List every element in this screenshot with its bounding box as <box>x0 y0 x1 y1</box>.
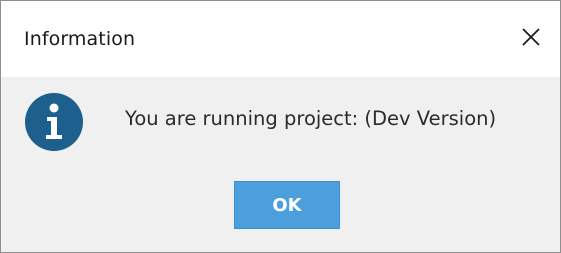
info-icon <box>23 91 85 153</box>
ok-button[interactable]: OK <box>234 181 340 229</box>
title-bar: Information <box>1 1 560 77</box>
close-icon <box>520 26 542 52</box>
dialog-title: Information <box>24 28 136 50</box>
information-dialog: Information You are running project: (De… <box>0 0 561 253</box>
dialog-content: You are running project: (Dev Version) O… <box>1 77 560 252</box>
close-button[interactable] <box>515 23 547 55</box>
dialog-message: You are running project: (Dev Version) <box>125 107 497 130</box>
